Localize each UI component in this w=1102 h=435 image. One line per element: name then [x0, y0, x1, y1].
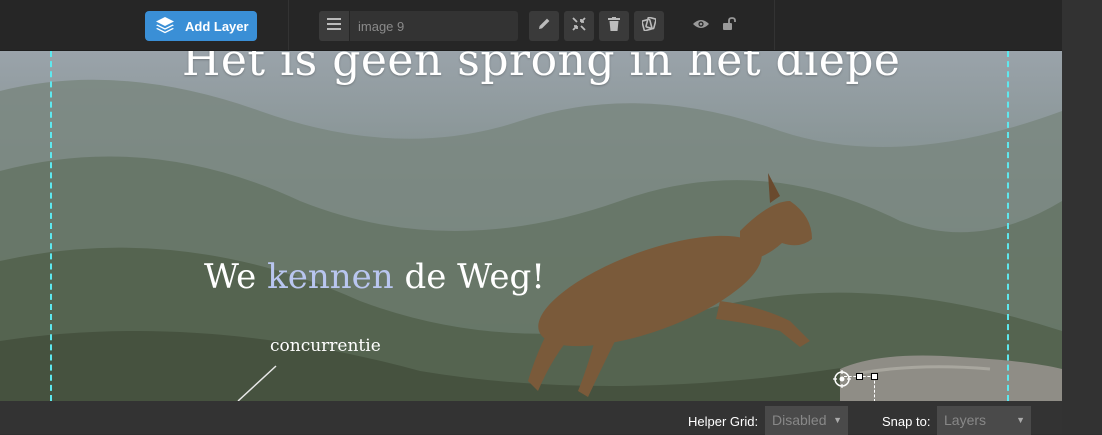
helper-grid-value: Disabled: [772, 412, 827, 428]
toolbar-divider: [288, 0, 289, 50]
snap-to-label: Snap to:: [882, 414, 931, 429]
background-photo: [0, 51, 1062, 401]
layer-name-input[interactable]: [350, 11, 518, 41]
menu-icon: [327, 17, 341, 35]
layer-menu-button[interactable]: [319, 11, 349, 41]
duplicate-layer-button[interactable]: [634, 11, 664, 41]
tagline-text-layer[interactable]: We kennen de Weg!: [204, 257, 545, 297]
resize-handle[interactable]: [871, 373, 878, 380]
edit-layer-button[interactable]: [529, 11, 559, 41]
resize-handle[interactable]: [856, 373, 863, 380]
pencil-icon: [537, 17, 551, 36]
slide-canvas[interactable]: Het is geen sprong in het diepe We kenne…: [0, 51, 1062, 401]
bottom-options-bar: Helper Grid: Disabled ▼ Snap to: Layers …: [0, 401, 1062, 435]
toggle-visibility-button[interactable]: [690, 15, 712, 37]
snap-to-value: Layers: [944, 412, 987, 428]
duplicate-icon: [641, 16, 657, 36]
shrink-icon: [572, 16, 586, 36]
fit-layer-button[interactable]: [564, 11, 594, 41]
chevron-down-icon: ▼: [1016, 415, 1025, 425]
right-panel-strip: [1062, 0, 1102, 434]
add-layer-label: Add Layer: [185, 18, 249, 34]
headline-text-layer[interactable]: Het is geen sprong in het diepe: [182, 51, 900, 86]
tagline-text-end: de Weg!: [393, 257, 545, 297]
left-guide-line: [50, 51, 52, 401]
top-toolbar: Add Layer: [0, 0, 1062, 51]
eye-icon: [692, 17, 710, 35]
add-layer-button[interactable]: Add Layer: [145, 11, 257, 41]
layers-icon: [155, 16, 175, 37]
helper-grid-select[interactable]: Disabled ▼: [765, 406, 848, 435]
toolbar-divider: [774, 0, 775, 50]
trash-icon: [608, 16, 620, 36]
snap-to-select[interactable]: Layers ▼: [937, 406, 1031, 435]
delete-layer-button[interactable]: [599, 11, 629, 41]
chevron-down-icon: ▼: [833, 415, 842, 425]
right-guide-line: [1007, 51, 1009, 401]
tagline-text: We: [204, 257, 268, 297]
toggle-lock-button[interactable]: [718, 15, 740, 37]
unlock-icon: [722, 16, 736, 36]
helper-grid-label: Helper Grid:: [688, 414, 759, 429]
tagline-accent-word: kennen: [267, 257, 394, 297]
callout-text-layer[interactable]: concurrentie: [270, 336, 381, 356]
